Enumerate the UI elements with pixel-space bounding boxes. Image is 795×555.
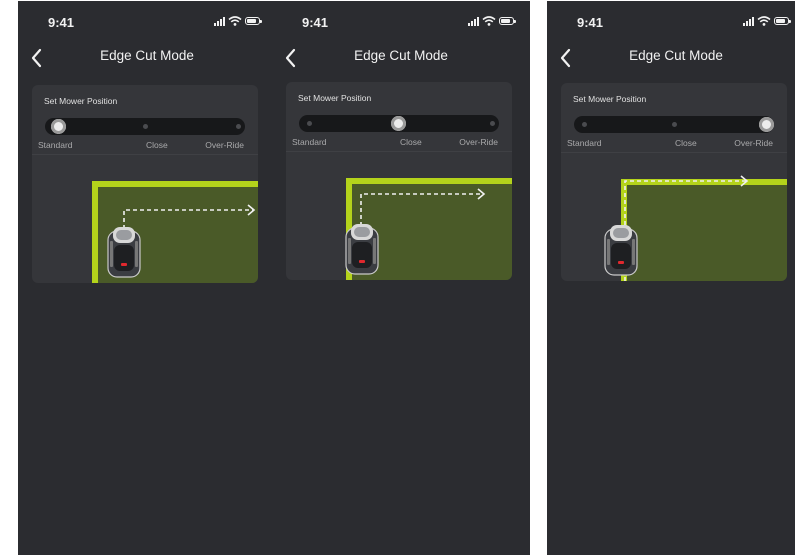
phone-screen-over-ride: 9:41 Edge Cut Mode Set Mower Position St… (547, 1, 795, 555)
lawn-illustration (604, 175, 787, 281)
status-bar: 9:41 (272, 13, 530, 31)
mower-position-card: Set Mower Position Standard Close Over-Rid… (561, 83, 787, 281)
status-icons (743, 16, 791, 26)
battery-icon (774, 17, 791, 25)
page-title: Edge Cut Mode (100, 48, 194, 63)
status-time: 9:41 (48, 15, 75, 30)
page-title: Edge Cut Mode (354, 48, 448, 63)
status-icons (468, 16, 516, 26)
back-chevron-icon[interactable] (557, 46, 575, 70)
mower-position-card: Set Mower Position Standard Close Over-Rid… (286, 82, 512, 280)
signal-icon (468, 16, 479, 26)
status-bar: 9:41 (547, 13, 795, 31)
wifi-icon (482, 16, 496, 26)
status-bar: 9:41 (18, 13, 276, 31)
mower-icon (604, 225, 638, 276)
battery-icon (245, 17, 262, 25)
battery-icon (499, 17, 516, 25)
status-icons (214, 16, 262, 26)
mower-icon (345, 224, 379, 275)
back-chevron-icon[interactable] (28, 46, 46, 70)
back-chevron-icon[interactable] (282, 46, 300, 70)
mower-icon (107, 227, 141, 278)
lawn-illustration (92, 181, 258, 283)
page-title: Edge Cut Mode (629, 48, 723, 63)
phone-screen-standard: 9:41 Edge Cut Mode Set Mower Position St… (18, 1, 276, 555)
lawn-illustration (345, 178, 512, 280)
phone-screen-close: 9:41 Edge Cut Mode Set Mower Position St… (272, 1, 530, 555)
signal-icon (214, 16, 225, 26)
wifi-icon (228, 16, 242, 26)
status-time: 9:41 (302, 15, 329, 30)
signal-icon (743, 16, 754, 26)
status-time: 9:41 (577, 15, 604, 30)
mower-position-card: Set Mower Position Standard Close Over-Rid… (32, 85, 258, 283)
lawn-area (621, 179, 787, 281)
wifi-icon (757, 16, 771, 26)
